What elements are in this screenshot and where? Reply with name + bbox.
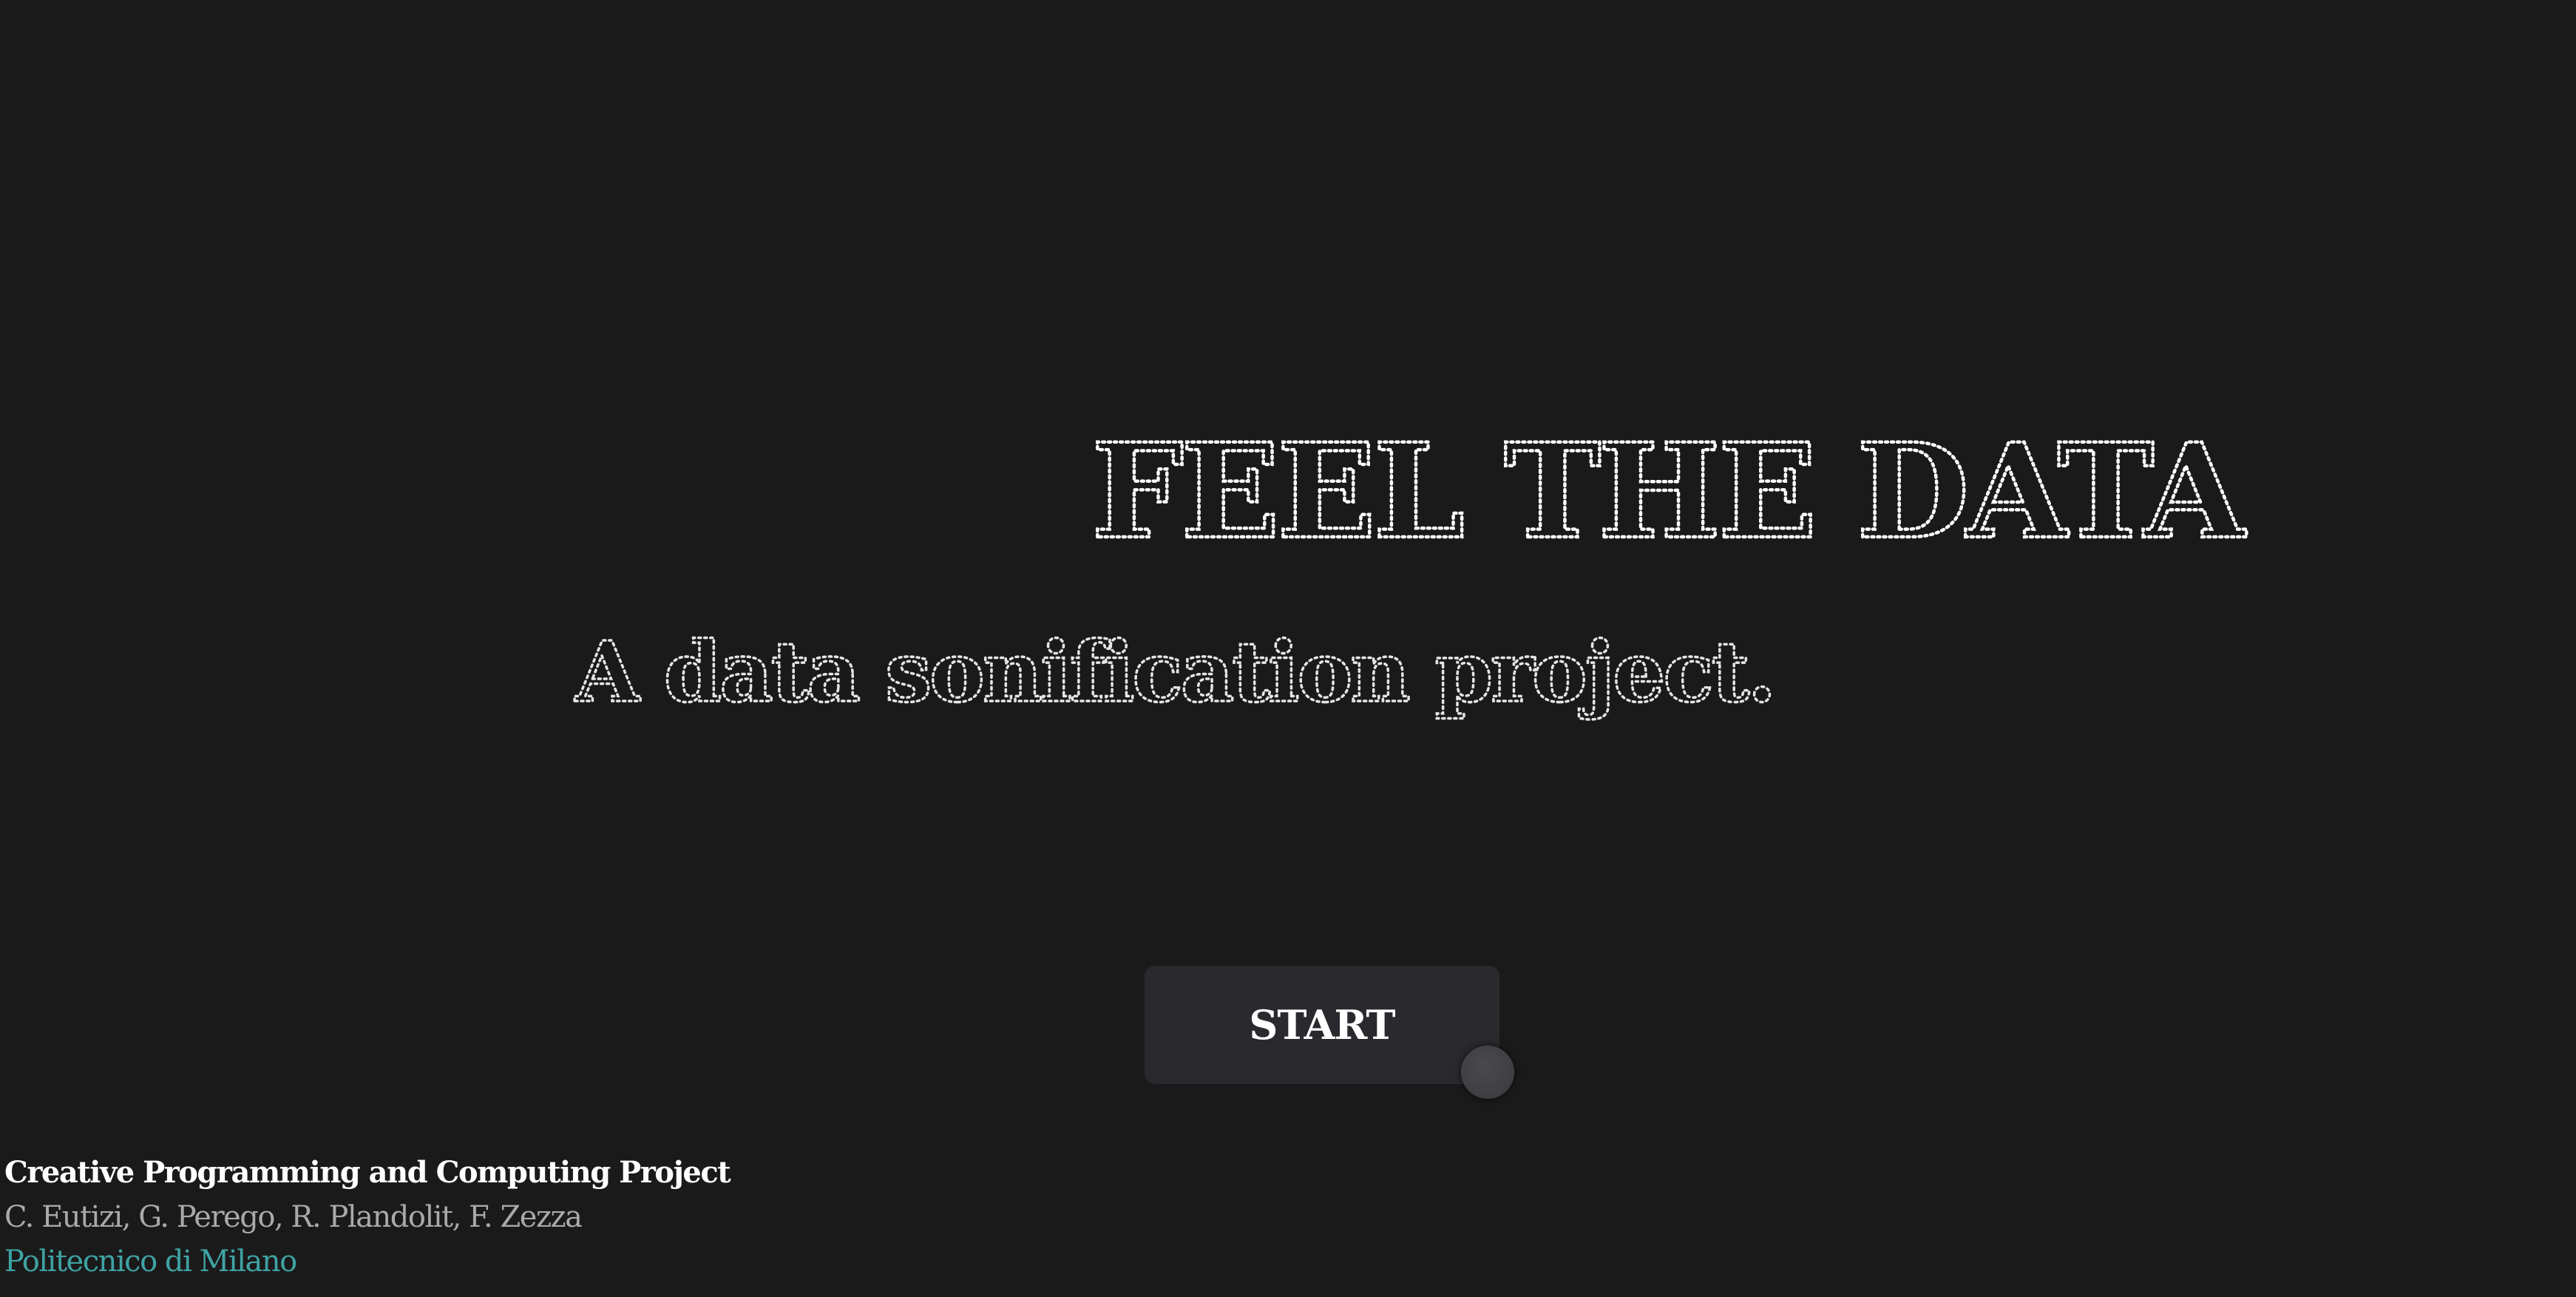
course-title: Creative Programming and Computing Proje… bbox=[4, 1155, 731, 1190]
start-button-label: START bbox=[1249, 1001, 1395, 1049]
hero-subtitle: A data sonification project. bbox=[574, 624, 1774, 721]
landing-screen: FEEL THE DATA A data sonification projec… bbox=[0, 0, 2576, 1297]
hero-title: FEEL THE DATA bbox=[1091, 415, 2247, 568]
cursor-circle bbox=[1461, 1046, 1514, 1099]
authors-list: C. Eutizi, G. Perego, R. Plandolit, F. Z… bbox=[4, 1200, 583, 1234]
particle-text-canvas: FEEL THE DATA A data sonification projec… bbox=[573, 413, 2251, 722]
credits-block: Creative Programming and Computing Proje… bbox=[4, 1151, 731, 1284]
university-name: Politecnico di Milano bbox=[4, 1244, 297, 1279]
start-button[interactable]: START bbox=[1145, 966, 1499, 1084]
